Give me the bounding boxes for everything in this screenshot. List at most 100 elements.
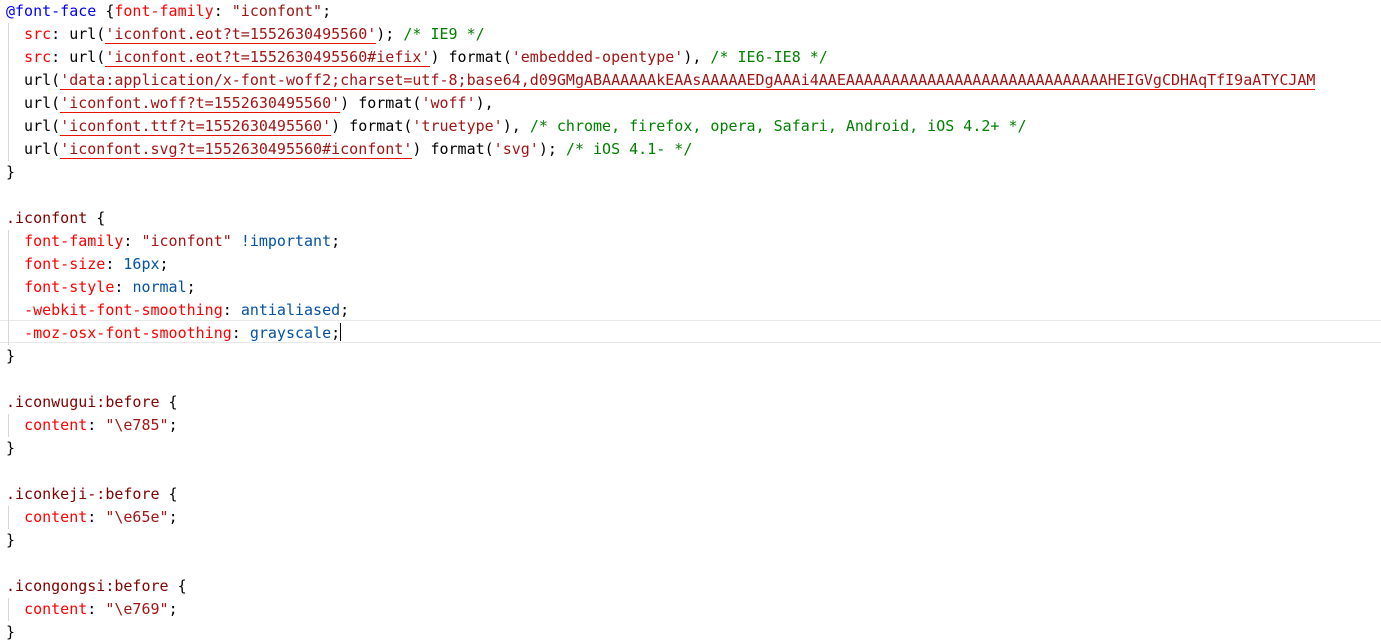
code-token: .iconfont: [6, 209, 88, 227]
code-line[interactable]: [6, 552, 1381, 575]
code-line[interactable]: url('iconfont.svg?t=1552630495560#iconfo…: [6, 138, 1381, 161]
code-line[interactable]: font-style: normal;: [6, 276, 1381, 299]
code-token: url(: [6, 94, 61, 112]
code-line[interactable]: }: [6, 621, 1381, 644]
code-token: 'svg': [493, 140, 539, 158]
code-line[interactable]: content: "\e65e";: [6, 506, 1381, 529]
code-token: font-size: [24, 255, 106, 273]
code-token: ;: [159, 255, 169, 273]
code-token: ),: [683, 48, 711, 66]
code-line[interactable]: url('iconfont.ttf?t=1552630495560') form…: [6, 115, 1381, 138]
code-line[interactable]: src: url('iconfont.eot?t=1552630495560#i…: [6, 46, 1381, 69]
code-token: ;: [331, 324, 341, 342]
code-line[interactable]: [6, 368, 1381, 391]
code-token: ) format(: [430, 48, 512, 66]
code-line[interactable]: .iconfont {: [6, 207, 1381, 230]
code-token: }: [6, 347, 16, 365]
code-token: }: [6, 623, 16, 641]
code-token: 'iconfont.eot?t=1552630495560#iefix': [105, 48, 431, 67]
code-token: ;: [340, 301, 350, 319]
code-line[interactable]: }: [6, 437, 1381, 460]
code-token: }: [6, 531, 16, 549]
code-token: font-style: [24, 278, 115, 296]
code-token: ;: [168, 600, 178, 618]
code-token: content: [24, 416, 88, 434]
code-token: 'iconfont.woff?t=1552630495560': [60, 94, 341, 113]
code-token: ) format(: [340, 94, 422, 112]
text-caret: [340, 323, 342, 341]
code-line[interactable]: }: [6, 345, 1381, 368]
code-line[interactable]: src: url('iconfont.eot?t=1552630495560')…: [6, 23, 1381, 46]
code-line[interactable]: .iconkeji-:before {: [6, 483, 1381, 506]
code-token: 'iconfont.ttf?t=1552630495560': [60, 117, 332, 136]
code-token: );: [538, 140, 566, 158]
code-editor[interactable]: @font-face {font-family: "iconfont"; src…: [0, 0, 1381, 644]
code-line[interactable]: content: "\e769";: [6, 598, 1381, 621]
code-token: {: [159, 485, 178, 503]
code-line[interactable]: font-family: "iconfont" !important;: [6, 230, 1381, 253]
code-token: {: [87, 209, 106, 227]
code-token: 'iconfont.svg?t=1552630495560#iconfont': [60, 140, 413, 159]
code-token: ),: [475, 94, 494, 112]
code-token: "\e769": [105, 600, 169, 618]
code-line[interactable]: [6, 184, 1381, 207]
code-token: /* IE6-IE8 */: [710, 48, 828, 66]
code-line[interactable]: url('iconfont.woff?t=1552630495560') for…: [6, 92, 1381, 115]
code-line[interactable]: font-size: 16px;: [6, 253, 1381, 276]
code-token: content: [24, 508, 88, 526]
code-token: 'data:application/x-font-woff2;charset=u…: [60, 71, 1316, 90]
code-token: url(: [6, 117, 61, 135]
code-token: "iconfont": [231, 2, 323, 20]
code-line[interactable]: [6, 460, 1381, 483]
code-token: /* chrome, firefox, opera, Safari, Andro…: [529, 117, 1027, 135]
code-token: }: [6, 163, 16, 181]
code-token: :: [114, 278, 133, 296]
code-token: 'truetype': [412, 117, 503, 135]
code-token: :: [231, 324, 250, 342]
code-token: grayscale: [249, 324, 332, 342]
code-line[interactable]: -webkit-font-smoothing: antialiased;: [6, 299, 1381, 322]
code-token: src: [24, 25, 52, 43]
code-line[interactable]: -moz-osx-font-smoothing: grayscale;: [6, 322, 1381, 345]
code-token: {: [96, 2, 115, 20]
code-token: "iconfont": [141, 232, 232, 250]
code-token: ;: [331, 232, 341, 250]
code-token: ;: [186, 278, 196, 296]
code-token: normal: [132, 278, 187, 296]
code-line[interactable]: url('data:application/x-font-woff2;chars…: [6, 69, 1381, 92]
code-token: 'iconfont.eot?t=1552630495560': [105, 25, 377, 44]
code-token: ) format(: [412, 140, 494, 158]
code-token: :: [213, 2, 232, 20]
code-token: url(: [6, 71, 61, 89]
code-token: "\e65e": [105, 508, 169, 526]
code-token: /* iOS 4.1- */: [565, 140, 693, 158]
code-token: ;: [322, 2, 332, 20]
code-token: -moz-osx-font-smoothing: [24, 324, 232, 342]
code-token: 16px: [123, 255, 160, 273]
code-line[interactable]: @font-face {font-family: "iconfont";: [6, 0, 1381, 23]
code-token: :: [123, 232, 142, 250]
code-line[interactable]: content: "\e785";: [6, 414, 1381, 437]
code-token: :: [105, 255, 124, 273]
code-token: ;: [168, 508, 178, 526]
code-token: .icongongsi:before: [6, 577, 169, 595]
code-line[interactable]: .iconwugui:before {: [6, 391, 1381, 414]
code-line[interactable]: }: [6, 529, 1381, 552]
code-token: :: [222, 301, 241, 319]
code-token: src: [24, 48, 52, 66]
code-line[interactable]: .icongongsi:before {: [6, 575, 1381, 598]
code-line[interactable]: }: [6, 161, 1381, 184]
code-token: url(: [6, 140, 61, 158]
code-token: 'woff': [421, 94, 476, 112]
code-token: : url(: [51, 25, 106, 43]
code-token: @font-face: [6, 2, 97, 20]
